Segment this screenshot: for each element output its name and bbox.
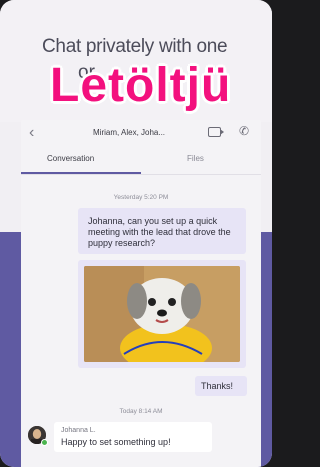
chat-header: ‹ Miriam, Alex, Joha... ✆: [21, 120, 261, 146]
promo-line-1: Chat privately with one: [42, 36, 228, 57]
thanks-text: Thanks!: [201, 381, 234, 391]
timestamp-yesterday: Yesterday 5:20 PM: [113, 194, 169, 201]
timestamp-today: Today 8:14 AM: [119, 408, 163, 415]
chat-title[interactable]: Miriam, Alex, Joha...: [93, 128, 165, 137]
sender-name: Johanna L.: [61, 427, 96, 434]
puppy-photo[interactable]: [84, 266, 240, 362]
outgoing-message: Johanna, can you set up a quick meeting …: [78, 208, 246, 254]
phone-screen: ‹ Miriam, Alex, Joha... ✆ Conversation F…: [21, 120, 261, 467]
incoming-message-text: Happy to set something up!: [61, 437, 171, 447]
video-camera-icon[interactable]: [208, 127, 224, 137]
tab-files[interactable]: Files: [187, 154, 204, 163]
incoming-message: Johanna L. Happy to set something up!: [28, 422, 256, 452]
back-chevron-icon[interactable]: ‹: [29, 124, 34, 142]
tab-bar: Conversation Files: [21, 146, 261, 175]
overlay-download-text: Letöltjü: [50, 59, 232, 112]
tab-conversation[interactable]: Conversation: [47, 154, 94, 163]
phone-icon[interactable]: ✆: [239, 124, 249, 138]
outgoing-message-text: Johanna, can you set up a quick meeting …: [88, 216, 231, 248]
presence-available-icon: [41, 439, 48, 446]
app-promo-frame: Chat privately with one or ‹ Miriam, Ale…: [0, 0, 272, 467]
outgoing-photo-message[interactable]: [78, 260, 246, 368]
incoming-message-bubble: Johanna L. Happy to set something up!: [54, 422, 212, 452]
active-tab-indicator: [21, 172, 141, 174]
puppy-image: [84, 266, 240, 362]
outgoing-thanks-message: Thanks!: [195, 376, 247, 396]
